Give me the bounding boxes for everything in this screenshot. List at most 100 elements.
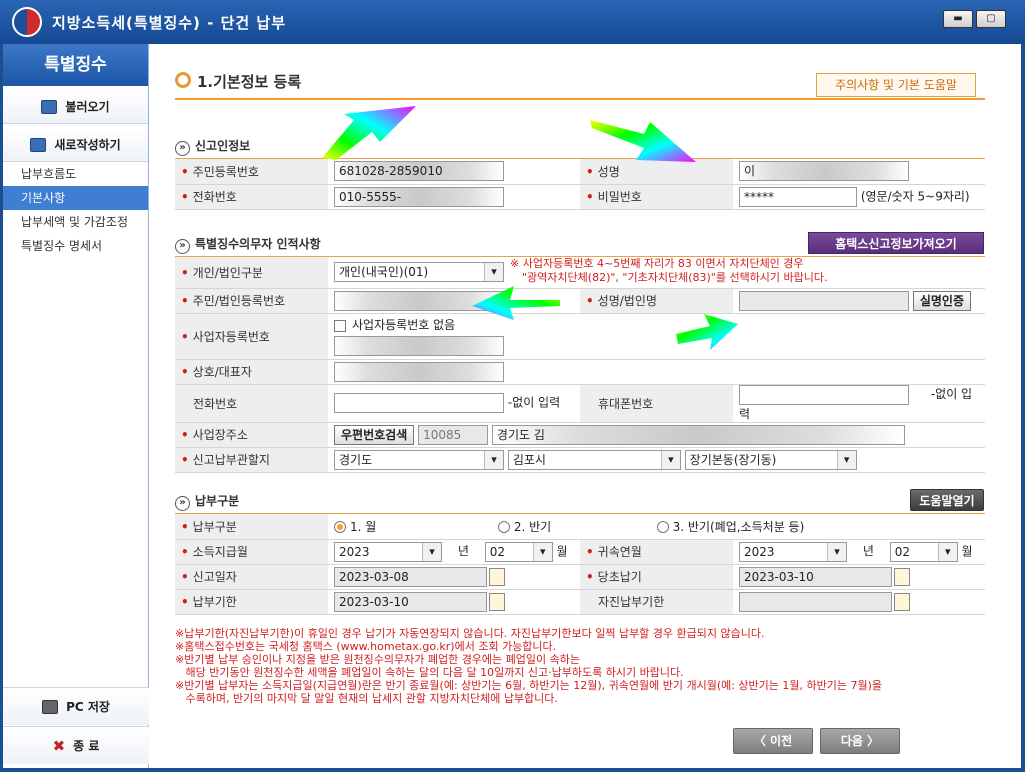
rainbow-arrow-icon: [322, 106, 416, 160]
reg-number-input[interactable]: [334, 290, 504, 311]
reporter-table: 주민등록번호 681028-2859010 성명 이 전화번호 010-5555…: [175, 159, 985, 210]
ssn-label: 주민등록번호: [181, 165, 259, 179]
load-label: 불러오기: [65, 100, 110, 114]
load-button[interactable]: 불러오기: [3, 90, 148, 124]
new-label: 새로작성하기: [54, 138, 121, 152]
region1-select[interactable]: 경기도: [334, 449, 504, 470]
address-input[interactable]: 경기도 김: [491, 424, 905, 445]
payment-table: 납부구분 1. 월 2. 반기 3. 반기(폐업,소득처분 등) 소득지급월 2…: [175, 514, 985, 615]
withholder-table: 개인/법인구분 개인(내국인)(01) ※ 사업자등록번호 4~5번째 자리가 …: [175, 257, 985, 473]
report-date-input[interactable]: 2023-03-08: [334, 566, 487, 587]
radio-dot: [497, 521, 510, 534]
pay-year-select[interactable]: 2023: [334, 541, 442, 562]
calendar-icon[interactable]: [489, 592, 505, 611]
notice-line: ※홈택스접수번호는 국세청 홈택스 (www.hometax.go.kr)에서 …: [175, 640, 557, 653]
pay-month-select[interactable]: 02: [484, 541, 553, 562]
deadline-label: 납부기한: [181, 595, 237, 609]
attr-month-label: 귀속연월: [586, 545, 642, 559]
minimize-button[interactable]: ▬: [943, 10, 973, 28]
verify-button[interactable]: 실명인증: [912, 290, 971, 311]
year-unit: 년: [862, 544, 874, 558]
main-content: 1.기본정보 등록 주의사항 및 기본 도움말 신고인정보 주민등록번호 681…: [150, 44, 1021, 768]
attr-month-select[interactable]: 02: [889, 541, 958, 562]
exit-button[interactable]: ✖ 종 료: [3, 726, 149, 764]
save-label: PC 저장: [66, 700, 110, 714]
next-button[interactable]: 다음 〉: [820, 728, 900, 754]
notice-line: 수록하며, 반기의 마지막 달 말일 현재의 납세지 관할 지방자치단체에 납부…: [175, 692, 558, 705]
region3-select[interactable]: 장기본동(장기동): [684, 449, 857, 470]
prev-button[interactable]: 〈 이전: [733, 728, 813, 754]
tel-input[interactable]: [334, 393, 504, 413]
biz-number-input[interactable]: [334, 336, 504, 356]
self-deadline-label: 자진납부기한: [598, 595, 665, 609]
section-title-reporter: 신고인정보: [175, 137, 250, 156]
reg-number-label: 주민/법인등록번호: [181, 294, 285, 308]
new-button[interactable]: 새로작성하기: [3, 128, 148, 162]
month-unit: 월: [961, 544, 973, 558]
deadline-input[interactable]: 2023-03-10: [334, 591, 487, 612]
no-biz-label: 사업자등록번호 없음: [352, 318, 456, 332]
trade-name-input[interactable]: [334, 361, 504, 382]
ssn-input[interactable]: 681028-2859010: [334, 161, 504, 182]
sidebar-item-tax-adjust[interactable]: 납부세액 및 가감조정: [3, 210, 148, 234]
corp-name-label: 성명/법인명: [586, 294, 657, 308]
help-button[interactable]: 주의사항 및 기본 도움말: [816, 73, 976, 97]
corp-name-input[interactable]: [739, 290, 909, 311]
phone-input[interactable]: 010-5555-: [334, 186, 504, 207]
maximize-button[interactable]: ▢: [976, 10, 1006, 28]
notice-line: 해당 반기동안 원천징수한 세액을 폐업일이 속하는 달의 다음 달 10일까지…: [175, 666, 684, 679]
mobile-input[interactable]: [739, 384, 909, 405]
calendar-icon[interactable]: [894, 567, 910, 586]
load-icon: [41, 99, 58, 114]
hometax-fetch-button[interactable]: 홈택스신고정보가져오기: [808, 232, 984, 254]
opt-half-closure-label: 3. 반기(폐업,소득처분 등): [672, 519, 805, 534]
page-title: 1.기본정보 등록: [175, 71, 301, 92]
password-hint: (영문/숫자 5~9자리): [860, 189, 970, 203]
biz-note-line2: "광역자치단체(82)", "기초자치단체(83)"를 선택하시기 바랍니다.: [522, 271, 828, 284]
sidebar-item-flow[interactable]: 납부흐름도: [3, 162, 148, 186]
zip-input[interactable]: 10085: [418, 424, 489, 445]
sidebar-header: 특별징수: [3, 44, 148, 86]
sidebar-item-basic[interactable]: 기본사항: [3, 186, 148, 210]
due-date-input[interactable]: 2023-03-10: [739, 566, 892, 587]
self-deadline-input[interactable]: [739, 591, 892, 612]
notice-line: ※반기별 납부자는 소득지급일(지급연월)란은 반기 종료월(예: 상반기는 6…: [175, 679, 883, 692]
calendar-icon[interactable]: [489, 567, 505, 586]
year-unit: 년: [457, 544, 469, 558]
type-select[interactable]: 개인(내국인)(01): [334, 262, 504, 283]
notice-line: ※반기별 납부 승인이나 지정을 받은 원천징수의무자가 폐업한 경우에는 폐업…: [175, 653, 581, 666]
name-label: 성명: [586, 165, 620, 179]
trade-name-label: 상호/대표자: [181, 365, 252, 379]
sidebar-item-statement[interactable]: 특별징수 명세서: [3, 234, 148, 258]
region2-select[interactable]: 김포시: [507, 449, 681, 470]
section-title-payment: 납부구분: [175, 492, 239, 511]
exit-label: 종 료: [73, 739, 100, 753]
mobile-label: 휴대폰번호: [598, 396, 654, 411]
attr-year-select[interactable]: 2023: [739, 541, 847, 562]
biz-number-label: 사업자등록번호: [181, 330, 270, 344]
help-open-button[interactable]: 도움말열기: [910, 489, 984, 511]
biz-note-line1: ※ 사업자등록번호 4~5번째 자리가 83 이면서 자치단체인 경우: [510, 257, 804, 270]
disk-icon: [42, 699, 59, 714]
radio-dot: [334, 521, 346, 534]
notice-line: ※납부기한(자진납부기한)이 휴일인 경우 납기가 자동연장되지 않습니다. 자…: [175, 627, 765, 640]
opt-half-label: 2. 반기: [513, 519, 552, 534]
name-input[interactable]: 이: [739, 161, 909, 182]
save-pc-button[interactable]: PC 저장: [3, 687, 149, 725]
radio-monthly[interactable]: 1. 월: [334, 518, 489, 535]
no-biz-checkbox[interactable]: [334, 319, 346, 332]
password-input[interactable]: *****: [739, 186, 857, 207]
kind-label: 납부구분: [181, 520, 237, 534]
window-title: 지방소득세(특별징수) - 단건 납부: [52, 14, 287, 32]
office-label: 신고납부관할지: [181, 453, 270, 467]
sidebar: 특별징수 불러오기 새로작성하기 납부흐름도 기본사항 납부세액 및 가감조정 …: [3, 44, 149, 768]
tel-suffix: -없이 입력: [507, 395, 561, 410]
zip-search-button[interactable]: 우편번호검색: [334, 424, 415, 445]
radio-half-closure[interactable]: 3. 반기(폐업,소득처분 등): [656, 518, 805, 535]
tel-label: 전화번호: [193, 396, 238, 411]
radio-half[interactable]: 2. 반기: [493, 518, 653, 535]
calendar-icon[interactable]: [894, 592, 910, 611]
section-title-withholder: 특별징수의무자 인적사항: [175, 235, 321, 254]
government-logo-icon: [12, 7, 42, 37]
type-label: 개인/법인구분: [181, 266, 263, 280]
